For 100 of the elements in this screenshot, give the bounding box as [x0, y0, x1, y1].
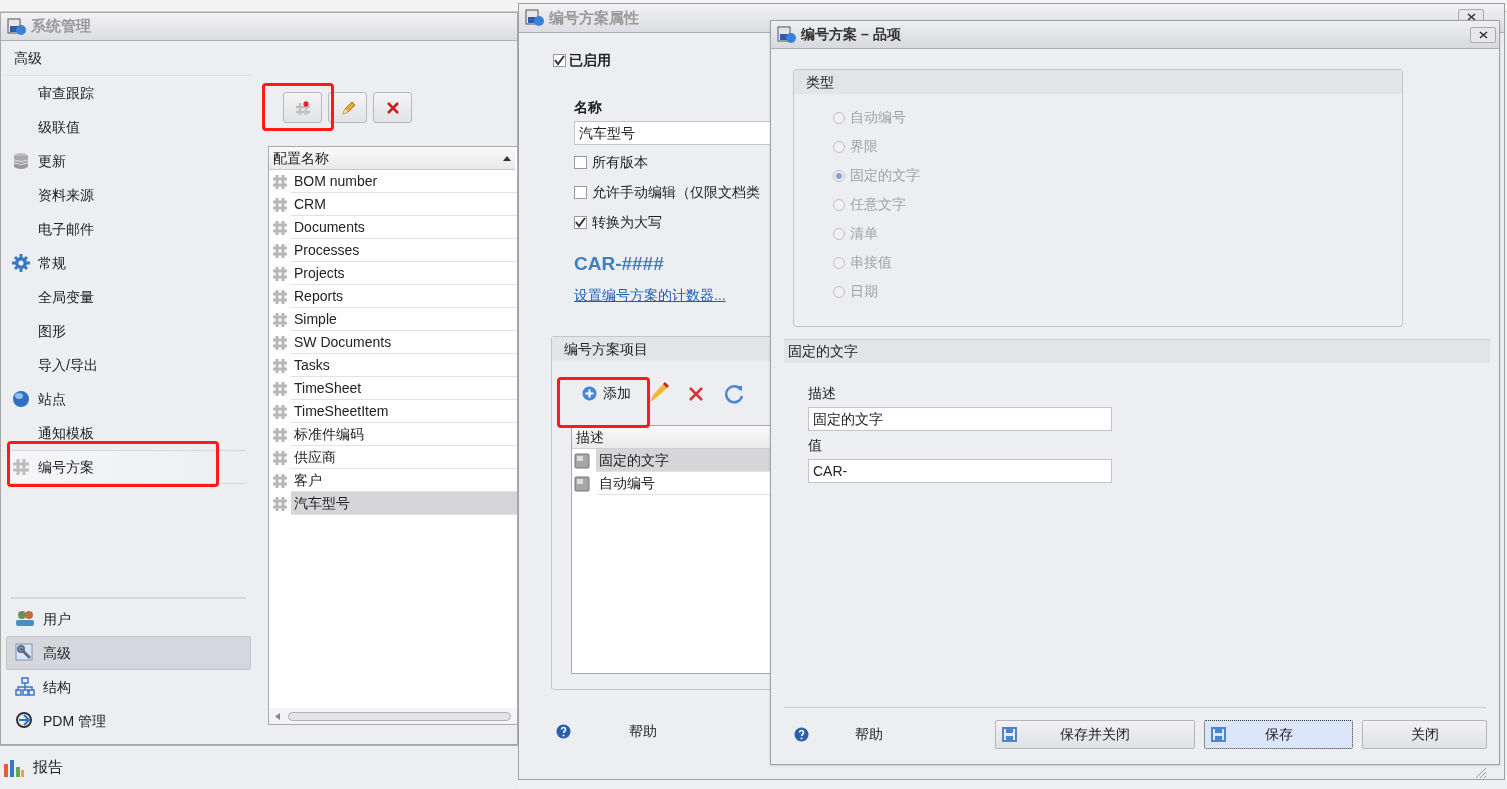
radio-label: 自动编号 — [850, 108, 906, 127]
list-row[interactable]: Projects — [291, 262, 517, 285]
help-label[interactable]: 帮助 — [629, 721, 657, 742]
section-button[interactable]: 结构 — [6, 670, 251, 704]
wrench-icon — [15, 643, 35, 663]
window-title: 编号方案 – 品项 — [801, 25, 901, 44]
radio-label: 日期 — [850, 282, 878, 301]
field-label: 值 — [808, 435, 823, 455]
checkbox[interactable] — [574, 185, 587, 199]
input-field[interactable]: 固定的文字 — [808, 407, 1112, 431]
hash-icon — [272, 403, 288, 420]
checkbox-label: 已启用 — [569, 50, 611, 70]
help-label[interactable]: 帮助 — [855, 723, 883, 745]
scroll-left-icon — [275, 712, 280, 720]
list-row[interactable]: 标准件编码 — [291, 423, 517, 446]
section-button[interactable]: 用户 — [6, 602, 251, 636]
globe-icon — [12, 390, 30, 408]
column-header[interactable]: 配置名称 — [269, 147, 515, 170]
nav-item[interactable]: 图形 — [6, 314, 246, 348]
nav-item[interactable]: 导入/导出 — [6, 348, 246, 382]
list-row[interactable]: Tasks — [291, 354, 517, 377]
nav-item[interactable]: 审查跟踪 — [6, 76, 246, 110]
nav-item[interactable]: 全局变量 — [6, 280, 246, 314]
checkbox-label: 所有版本 — [592, 152, 648, 172]
add-button[interactable]: 添加 — [566, 379, 636, 407]
list-row[interactable]: CRM — [291, 193, 517, 216]
checkbox[interactable] — [574, 215, 587, 229]
dialog-button[interactable]: 关闭 — [1362, 719, 1487, 749]
list-row[interactable]: TimeSheetItem — [291, 400, 517, 423]
hash-icon — [272, 380, 288, 397]
list-row[interactable]: Simple — [291, 308, 517, 331]
delete-button[interactable] — [373, 92, 412, 123]
nav-item[interactable]: 站点 — [6, 382, 246, 416]
nav-item[interactable]: 通知模板 — [6, 416, 246, 450]
hash-icon — [272, 449, 288, 466]
help-icon — [794, 726, 809, 742]
refresh-icon — [724, 382, 746, 404]
list-row[interactable]: SW Documents — [291, 331, 517, 354]
column-label: 配置名称 — [273, 148, 329, 168]
close-icon — [1478, 31, 1488, 39]
bar-chart-icon — [3, 757, 25, 778]
radio-label: 任意文字 — [850, 195, 906, 214]
sort-icon — [503, 155, 511, 161]
hash-icon — [272, 357, 288, 374]
nav-header: 高级 — [14, 48, 42, 68]
edit-button[interactable] — [328, 92, 367, 123]
nav-item[interactable]: 编号方案 — [6, 450, 246, 484]
nav-item[interactable]: 电子邮件 — [6, 212, 246, 246]
section-button[interactable]: 高级 — [6, 636, 251, 670]
highlight-frame — [262, 83, 334, 131]
new-scheme-icon — [294, 99, 311, 116]
nav-item[interactable]: 更新 — [6, 144, 246, 178]
checkbox[interactable] — [553, 53, 566, 67]
window-title: 系统管理 — [31, 16, 91, 37]
section-button[interactable]: PDM 管理 — [6, 704, 251, 738]
list-row[interactable]: Documents — [291, 216, 517, 239]
sync-icon — [15, 711, 35, 731]
hash-icon — [272, 311, 288, 328]
list-row[interactable]: Reports — [291, 285, 517, 308]
radio-label: 固定的文字 — [850, 166, 920, 185]
checkbox-label: 转换为大写 — [592, 212, 662, 232]
column-label: 描述 — [576, 427, 604, 447]
group-title: 编号方案项目 — [564, 339, 648, 359]
counter-link[interactable]: 设置编号方案的计数器... — [574, 285, 771, 306]
list-row[interactable]: Processes — [291, 239, 517, 262]
dialog-button[interactable]: 保存并关闭 — [995, 719, 1195, 749]
hash-icon — [272, 173, 288, 190]
checkbox-label: 允许手动编辑（仅限文档类 — [592, 182, 760, 202]
nav-item[interactable]: 常规 — [6, 246, 246, 280]
report-label: 报告 — [33, 757, 63, 778]
hash-icon — [272, 495, 288, 512]
list-row[interactable]: 供应商 — [291, 446, 517, 469]
dialog-button[interactable]: 保存 — [1204, 719, 1353, 749]
list-row[interactable]: 汽车型号 — [291, 492, 517, 515]
radio-label: 清单 — [850, 224, 878, 243]
checkbox[interactable] — [574, 155, 587, 169]
section-title: 固定的文字 — [788, 342, 858, 361]
radio-label: 串接值 — [850, 253, 892, 272]
scrollbar[interactable] — [269, 708, 517, 724]
input-field[interactable]: CAR- — [808, 459, 1112, 483]
gear-icon — [12, 254, 30, 272]
nav-item[interactable]: 资料来源 — [6, 178, 246, 212]
users-icon — [15, 609, 35, 629]
hash-icon — [272, 242, 288, 259]
pencil-icon — [339, 99, 356, 116]
hash-icon — [272, 265, 288, 282]
hash-icon — [272, 219, 288, 236]
hash-icon — [272, 288, 288, 305]
hash-icon — [272, 196, 288, 213]
list-row[interactable]: TimeSheet — [291, 377, 517, 400]
field-label: 描述 — [808, 383, 837, 403]
close-button[interactable] — [1470, 27, 1496, 43]
group-title: 类型 — [806, 72, 834, 92]
database-icon — [12, 152, 30, 170]
list-row[interactable]: BOM number — [291, 170, 517, 193]
hash-icon — [12, 458, 30, 476]
pattern-text: CAR-#### — [574, 252, 665, 276]
nav-item[interactable]: 级联值 — [6, 110, 246, 144]
new-button[interactable] — [283, 92, 322, 123]
close-icon — [1466, 13, 1476, 21]
